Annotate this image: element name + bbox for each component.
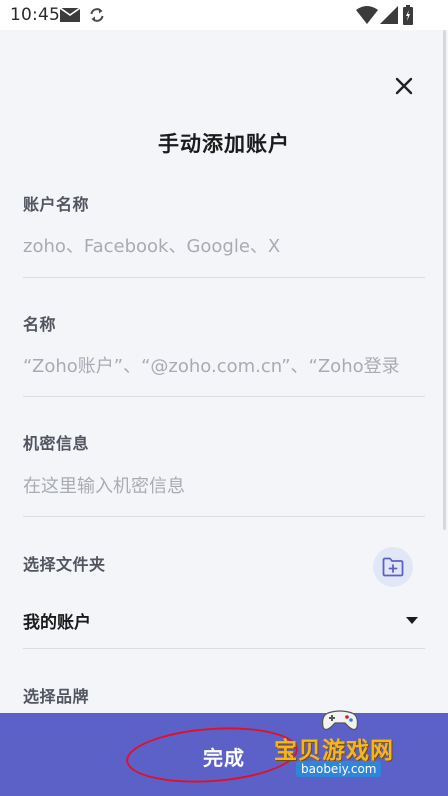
wifi-icon (356, 6, 378, 24)
name-label: 名称 (23, 315, 57, 334)
close-button[interactable] (388, 70, 420, 102)
name-input[interactable] (23, 350, 421, 382)
status-bar: 10:45 (0, 0, 448, 30)
caret-down-icon (405, 616, 419, 625)
folder-select[interactable]: 我的账户 (23, 604, 423, 636)
divider (23, 516, 425, 517)
account-name-input[interactable] (23, 230, 421, 262)
page-title: 手动添加账户 (158, 132, 290, 156)
account-name-label: 账户名称 (23, 195, 90, 214)
done-button[interactable]: 完成 (124, 733, 324, 779)
folder-plus-icon (382, 557, 404, 577)
divider (23, 648, 425, 649)
scrollbar[interactable] (443, 30, 446, 530)
status-time: 10:45 (10, 5, 60, 25)
divider (23, 277, 425, 278)
secret-input[interactable] (23, 470, 421, 502)
signal-icon (380, 6, 398, 24)
brand-label: 选择品牌 (23, 687, 90, 706)
divider (23, 396, 425, 397)
folder-select-value: 我的账户 (23, 612, 91, 633)
secret-label: 机密信息 (23, 434, 90, 453)
bottom-bar: 完成 (0, 713, 448, 796)
sync-icon (88, 6, 106, 24)
mail-icon (60, 8, 80, 22)
close-icon (395, 77, 413, 95)
folder-label: 选择文件夹 (23, 555, 106, 574)
add-folder-button[interactable] (373, 547, 413, 587)
battery-icon (403, 5, 413, 25)
